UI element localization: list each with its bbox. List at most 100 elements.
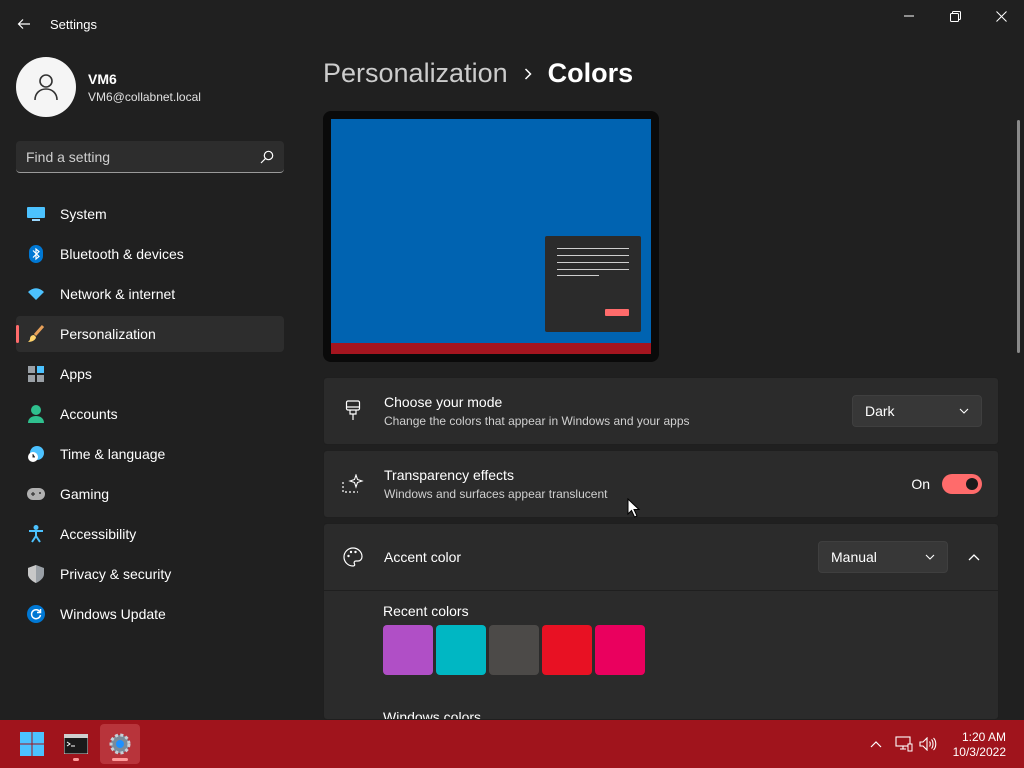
accent-dropdown[interactable]: Manual (818, 541, 948, 573)
accent-title: Accent color (384, 549, 462, 565)
title-bar: Settings (0, 0, 1024, 48)
taskbar-terminal[interactable] (56, 724, 96, 764)
search-input[interactable] (26, 148, 260, 165)
recent-color-swatch[interactable] (542, 625, 592, 675)
mode-dropdown[interactable]: Dark (852, 395, 982, 427)
show-hidden-icons-button[interactable] (864, 732, 888, 756)
user-profile[interactable]: VM6 VM6@collabnet.local (16, 57, 201, 117)
sidebar-item-label: Network & internet (60, 286, 176, 302)
volume-tray-button[interactable] (916, 732, 940, 756)
close-icon (995, 10, 1007, 22)
start-button[interactable] (12, 724, 52, 764)
shield-icon (26, 564, 46, 584)
system-tray (864, 720, 940, 768)
paintbrush-icon (342, 400, 364, 422)
terminal-icon (64, 734, 88, 754)
sidebar-nav: System Bluetooth & devices Network & int… (16, 196, 284, 636)
network-tray-button[interactable] (892, 732, 916, 756)
sidebar-item-label: Accessibility (60, 526, 137, 542)
sidebar-item-label: Windows Update (60, 606, 166, 622)
transparency-card: Transparency effects Windows and surface… (323, 450, 999, 518)
sidebar-item-gaming[interactable]: Gaming (16, 476, 284, 512)
chevron-down-icon (959, 408, 969, 414)
clock-date: 10/3/2022 (952, 745, 1006, 759)
scrollbar[interactable] (1017, 120, 1020, 353)
wifi-icon (26, 284, 46, 304)
sidebar-item-label: Accounts (60, 406, 118, 422)
clock-time: 1:20 AM (961, 730, 1006, 744)
preview-accent-button (605, 309, 629, 316)
recent-color-swatch[interactable] (436, 625, 486, 675)
user-icon (34, 74, 58, 101)
recent-color-swatch[interactable] (595, 625, 645, 675)
page-title: Colors (547, 58, 634, 88)
window-title: Settings (50, 17, 97, 32)
search-box (16, 141, 284, 173)
recent-colors (383, 625, 998, 675)
accent-value: Manual (831, 549, 877, 565)
theme-preview (323, 111, 659, 362)
gamepad-icon (26, 484, 46, 504)
windows-colors-label: Windows colors (383, 709, 482, 720)
sidebar-item-label: Gaming (60, 486, 110, 502)
avatar (16, 57, 76, 117)
transparency-toggle[interactable] (942, 474, 982, 494)
transparency-state: On (911, 476, 930, 492)
active-indicator (112, 758, 128, 761)
sidebar-item-apps[interactable]: Apps (16, 356, 284, 392)
transparency-title: Transparency effects (384, 467, 514, 483)
preview-taskbar (331, 343, 651, 354)
window-controls (886, 0, 1024, 32)
accent-card: Accent color Manual Recent colors Window… (323, 523, 999, 720)
taskbar-clock[interactable]: 1:20 AM 10/3/2022 (953, 730, 1006, 760)
profile-name: VM6 (88, 70, 117, 87)
sidebar-item-time-language[interactable]: Time & language (16, 436, 284, 472)
sidebar-item-label: Bluetooth & devices (60, 246, 184, 262)
sparkle-icon (342, 473, 364, 495)
recent-color-swatch[interactable] (489, 625, 539, 675)
monitor-icon (26, 204, 46, 224)
windows-logo-icon (20, 732, 44, 756)
chevron-down-icon (925, 554, 935, 560)
back-button[interactable] (12, 12, 36, 36)
sidebar-item-privacy-security[interactable]: Privacy & security (16, 556, 284, 592)
taskbar-settings[interactable] (100, 724, 140, 764)
sidebar-item-windows-update[interactable]: Windows Update (16, 596, 284, 632)
taskbar: 1:20 AM 10/3/2022 (0, 720, 1024, 768)
breadcrumb-parent[interactable]: Personalization (323, 58, 508, 89)
settings-gear-icon (109, 733, 131, 755)
sidebar-item-label: Apps (60, 366, 92, 382)
person-icon (26, 404, 46, 424)
accessibility-icon (26, 524, 46, 544)
restore-button[interactable] (932, 0, 978, 32)
accent-color-options: Recent colors Windows colors (324, 590, 998, 720)
back-arrow-icon (17, 19, 30, 29)
transparency-subtitle: Windows and surfaces appear translucent (384, 487, 608, 501)
sidebar-item-label: Time & language (60, 446, 166, 462)
mode-title: Choose your mode (384, 394, 503, 410)
mode-subtitle: Change the colors that appear in Windows… (384, 414, 690, 428)
collapse-button[interactable] (954, 541, 994, 573)
preview-window (545, 236, 641, 332)
sidebar-item-bluetooth[interactable]: Bluetooth & devices (16, 236, 284, 272)
sidebar-item-system[interactable]: System (16, 196, 284, 232)
sidebar-item-label: Personalization (60, 326, 156, 342)
volume-icon (919, 737, 937, 751)
minimize-button[interactable] (886, 0, 932, 32)
sidebar-item-accounts[interactable]: Accounts (16, 396, 284, 432)
toggle-knob (966, 478, 978, 490)
close-button[interactable] (978, 0, 1024, 32)
recent-color-swatch[interactable] (383, 625, 433, 675)
sidebar-item-accessibility[interactable]: Accessibility (16, 516, 284, 552)
chevron-up-icon (968, 553, 980, 560)
sidebar-item-network[interactable]: Network & internet (16, 276, 284, 312)
chevron-up-icon (870, 740, 882, 747)
search-icon[interactable] (260, 150, 274, 164)
sidebar-item-personalization[interactable]: Personalization (16, 316, 284, 352)
recent-colors-label: Recent colors (383, 603, 469, 619)
breadcrumb: Personalization Colors (323, 58, 633, 89)
brush-icon (26, 324, 46, 344)
mode-card: Choose your mode Change the colors that … (323, 377, 999, 445)
preview-desktop (331, 119, 651, 354)
mouse-pointer-icon (627, 498, 641, 518)
